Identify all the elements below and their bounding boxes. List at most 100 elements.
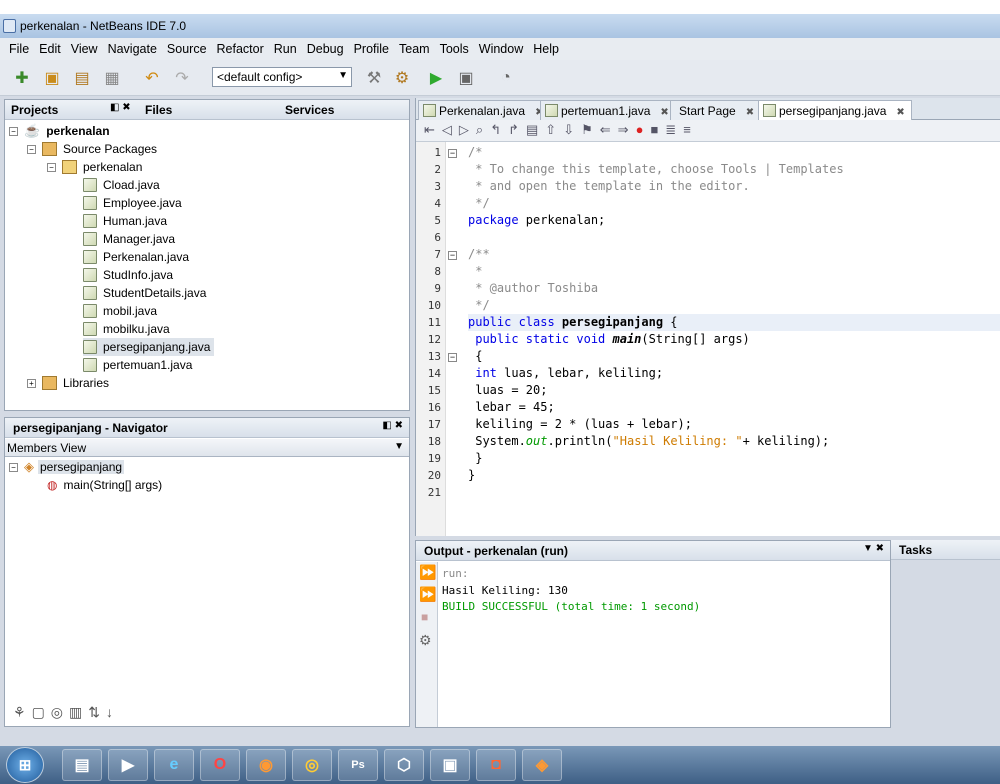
code-line[interactable]: */ bbox=[468, 298, 489, 312]
expand-icon[interactable]: + bbox=[27, 378, 36, 388]
menu-source[interactable]: Source bbox=[162, 42, 212, 56]
members-view-select[interactable]: Members View ▼ bbox=[5, 439, 409, 457]
close-icon[interactable]: ✖ bbox=[896, 107, 904, 118]
firefox-icon[interactable]: ◉ bbox=[246, 749, 286, 781]
filter-nonpublic-icon[interactable]: ◎ bbox=[51, 704, 69, 720]
code-line[interactable]: } bbox=[468, 451, 482, 465]
opera-icon[interactable]: O bbox=[200, 749, 240, 781]
tasks-tab[interactable]: Tasks bbox=[891, 540, 1000, 560]
tree-file[interactable]: StudentDetails.java bbox=[83, 284, 206, 302]
tab-perkenalan[interactable]: Perkenalan.java✖ bbox=[418, 100, 551, 120]
netbeans-icon[interactable]: ⬡ bbox=[384, 749, 424, 781]
filter-static-icon[interactable]: ▢ bbox=[32, 704, 51, 720]
tree-file[interactable]: Employee.java bbox=[83, 194, 182, 212]
tree-file[interactable]: mobil.java bbox=[83, 302, 157, 320]
tree-file[interactable]: Human.java bbox=[83, 212, 167, 230]
start-button-icon[interactable]: ⊞ bbox=[6, 747, 44, 783]
build-hammer-icon[interactable]: ⚒ bbox=[362, 66, 386, 90]
fold-toggle-icon[interactable]: − bbox=[448, 149, 457, 158]
photoshop-icon[interactable]: Ps bbox=[338, 749, 378, 781]
new-project-icon[interactable]: ▣ bbox=[40, 66, 64, 90]
tree-file[interactable]: pertemuan1.java bbox=[83, 356, 192, 374]
find-next-icon[interactable]: ↱ bbox=[508, 122, 526, 137]
chrome-icon[interactable]: ◎ bbox=[292, 749, 332, 781]
code-line[interactable]: { bbox=[468, 349, 482, 363]
find-icon[interactable]: ⌕ bbox=[476, 122, 490, 137]
sort-name-icon[interactable]: ↓ bbox=[106, 704, 119, 720]
code-line[interactable]: */ bbox=[468, 196, 489, 210]
toggle-highlight-icon[interactable]: ▤ bbox=[526, 122, 545, 137]
navigator-class-node[interactable]: − ◈ persegipanjang bbox=[9, 458, 125, 476]
menu-refactor[interactable]: Refactor bbox=[212, 42, 269, 56]
close-icon[interactable]: ✖ bbox=[660, 107, 668, 118]
menu-debug[interactable]: Debug bbox=[302, 42, 349, 56]
browser-icon[interactable]: ◈ bbox=[522, 749, 562, 781]
source-history-icon[interactable]: ⇤ bbox=[424, 122, 442, 137]
shift-right-icon[interactable]: ⇒ bbox=[618, 122, 636, 137]
new-file-icon[interactable]: ✚ bbox=[10, 66, 34, 90]
rerun-options-icon[interactable]: ⏩ bbox=[419, 586, 436, 603]
code-line[interactable]: public static void main(String[] args) bbox=[468, 332, 750, 346]
collapse-icon[interactable]: − bbox=[47, 162, 56, 172]
code-line[interactable]: /* bbox=[468, 145, 482, 159]
tree-file[interactable]: Manager.java bbox=[83, 230, 175, 248]
prev-bookmark-icon[interactable]: ⇧ bbox=[545, 122, 563, 137]
close-icon[interactable]: ✖ bbox=[746, 107, 754, 118]
code-line[interactable]: public class persegipanjang { bbox=[468, 315, 678, 329]
tab-pertemuan1[interactable]: pertemuan1.java ✖ bbox=[540, 100, 676, 120]
minimize-close-icon[interactable]: ◧ ✖ bbox=[382, 420, 403, 431]
clean-build-icon[interactable]: ⚙ bbox=[390, 66, 414, 90]
tab-files[interactable]: Files bbox=[145, 103, 172, 117]
shift-left-icon[interactable]: ⇐ bbox=[600, 122, 618, 137]
menu-window[interactable]: Window bbox=[474, 42, 528, 56]
redo-icon[interactable]: ↷ bbox=[170, 66, 194, 90]
code-line[interactable]: luas = 20; bbox=[468, 383, 547, 397]
debug-icon[interactable]: ▣ bbox=[454, 66, 478, 90]
explorer-folder-icon[interactable]: ▤ bbox=[62, 749, 102, 781]
code-line[interactable]: } bbox=[468, 468, 475, 482]
code-line[interactable]: * bbox=[468, 264, 482, 278]
minimize-close-icon[interactable]: ▼ ✖ bbox=[863, 543, 884, 554]
tree-file-selected[interactable]: persegipanjang.java bbox=[83, 338, 215, 356]
collapse-icon[interactable]: − bbox=[27, 144, 36, 154]
tab-persegipanjang[interactable]: persegipanjang.java ✖ bbox=[758, 100, 912, 121]
tree-source-packages[interactable]: − Source Packages bbox=[27, 140, 157, 158]
stop-macro-icon[interactable]: ■ bbox=[650, 122, 665, 137]
tree-libraries[interactable]: + Libraries bbox=[27, 374, 109, 392]
navigator-filter-toolbar[interactable]: ⚘▢◎▥⇅↓ bbox=[13, 704, 119, 721]
menu-run[interactable]: Run bbox=[269, 42, 302, 56]
tree-file[interactable]: mobilku.java bbox=[83, 320, 170, 338]
sort-icon[interactable]: ⇅ bbox=[88, 704, 106, 720]
office-icon[interactable]: ◘ bbox=[476, 749, 516, 781]
find-prev-icon[interactable]: ↰ bbox=[490, 122, 508, 137]
profile-icon[interactable]: ◔ bbox=[494, 66, 518, 90]
code-line[interactable]: * and open the template in the editor. bbox=[468, 179, 750, 193]
menu-tools[interactable]: Tools bbox=[435, 42, 474, 56]
tree-package[interactable]: − perkenalan bbox=[47, 158, 142, 176]
code-line[interactable]: * To change this template, choose Tools … bbox=[468, 162, 843, 176]
menu-profile[interactable]: Profile bbox=[349, 42, 394, 56]
tree-file[interactable]: StudInfo.java bbox=[83, 266, 173, 284]
code-line[interactable]: lebar = 45; bbox=[468, 400, 554, 414]
media-player-icon[interactable]: ▶ bbox=[108, 749, 148, 781]
internet-explorer-icon[interactable]: e bbox=[154, 749, 194, 781]
collapse-icon[interactable]: − bbox=[9, 462, 18, 472]
comment-icon[interactable]: ≣ bbox=[665, 122, 683, 137]
tree-file[interactable]: Perkenalan.java bbox=[83, 248, 189, 266]
filter-fields-icon[interactable]: ⚘ bbox=[13, 704, 32, 720]
navigator-method-node[interactable]: ◍ main(String[] args) bbox=[47, 476, 162, 494]
app-window-icon[interactable]: ▣ bbox=[430, 749, 470, 781]
rerun-icon[interactable]: ⏩ bbox=[419, 564, 436, 581]
code-line[interactable]: package perkenalan; bbox=[468, 213, 605, 227]
tree-root-project[interactable]: − ☕ perkenalan bbox=[9, 122, 110, 140]
menu-navigate[interactable]: Navigate bbox=[103, 42, 162, 56]
collapse-icon[interactable]: − bbox=[9, 126, 18, 136]
save-all-icon[interactable]: ▦ bbox=[100, 66, 124, 90]
tree-file[interactable]: Cload.java bbox=[83, 176, 160, 194]
filter-inherited-icon[interactable]: ▥ bbox=[69, 704, 88, 720]
tab-services[interactable]: Services bbox=[285, 103, 334, 117]
tab-start-page[interactable]: Start Page ✖ bbox=[670, 100, 762, 120]
minimize-icon[interactable]: ◧ ✖ bbox=[110, 102, 131, 113]
code-line[interactable]: * @author Toshiba bbox=[468, 281, 598, 295]
record-macro-icon[interactable]: ● bbox=[636, 122, 651, 137]
